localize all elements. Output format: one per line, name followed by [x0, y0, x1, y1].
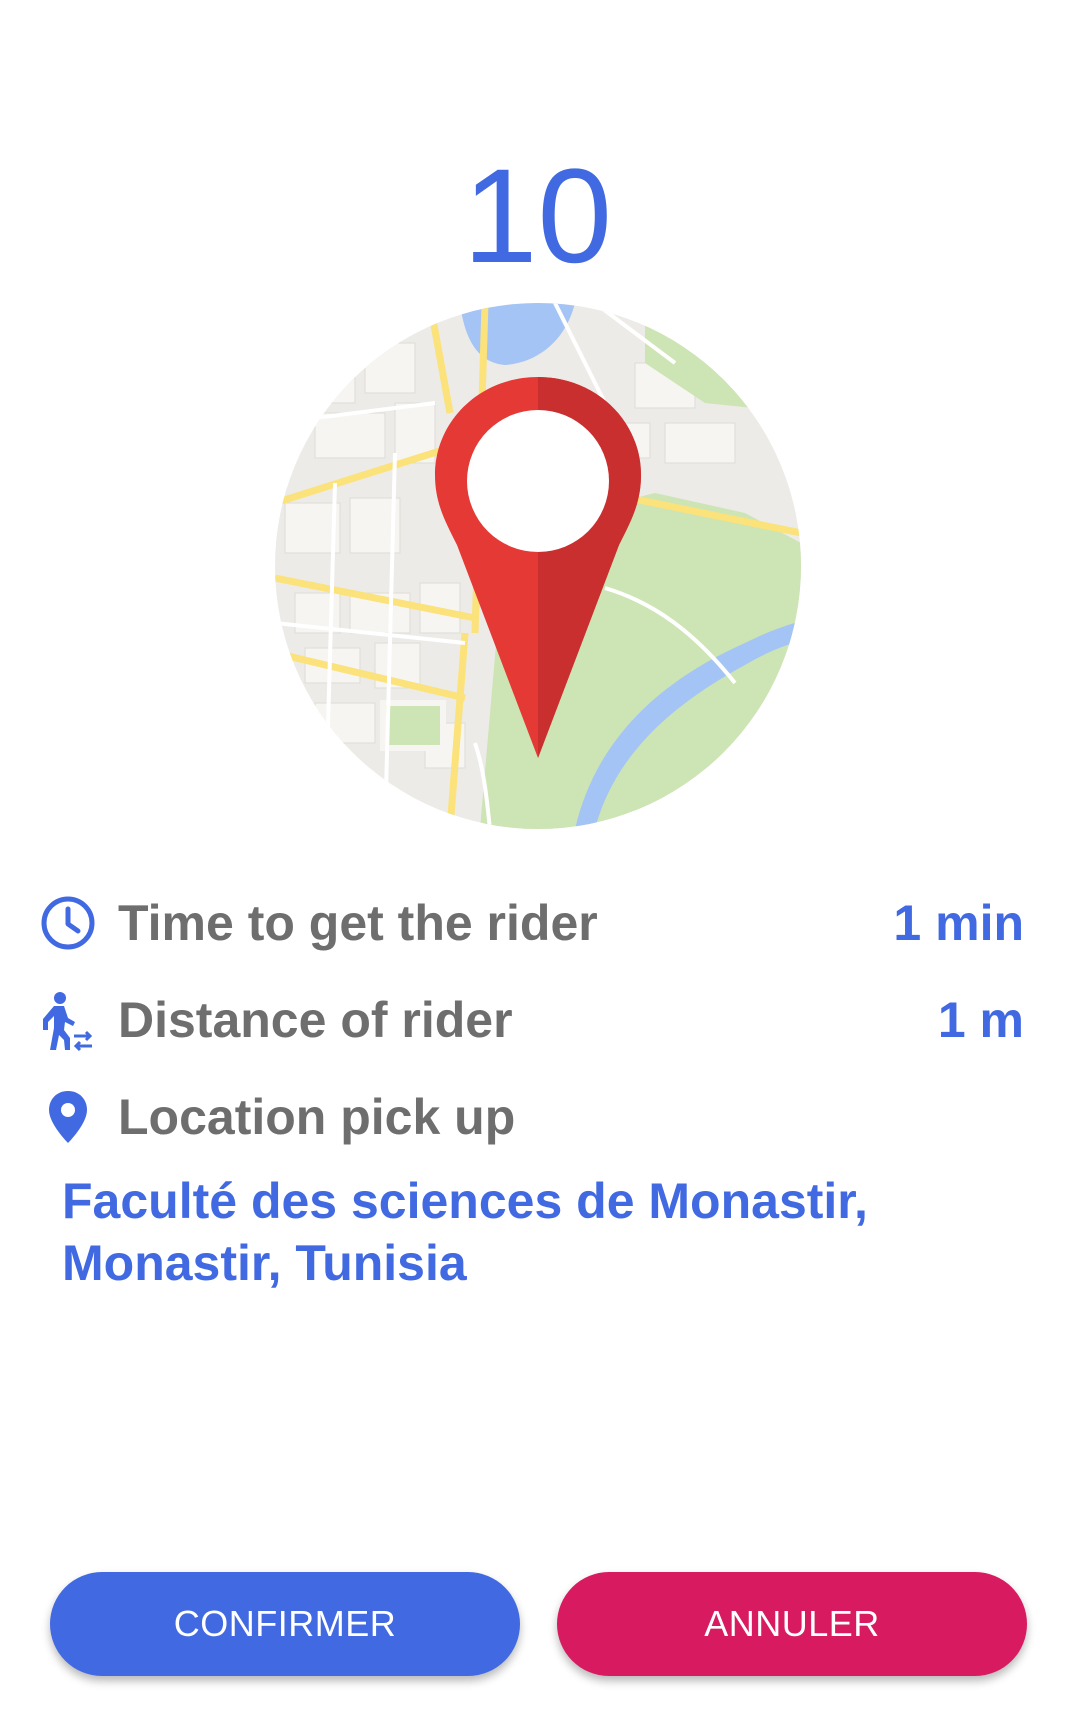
walking-person-icon	[40, 992, 96, 1052]
location-pin-icon	[40, 1089, 96, 1145]
time-value: 1 min	[893, 895, 1024, 951]
location-label: Location pick up	[118, 1089, 516, 1145]
countdown-timer: 10	[462, 142, 613, 291]
distance-label: Distance of rider	[118, 992, 513, 1048]
time-row: Time to get the rider 1 min	[0, 883, 1075, 963]
pickup-address: Faculté des sciences de Monastir, Monast…	[62, 1170, 1022, 1294]
time-label: Time to get the rider	[118, 895, 598, 951]
cancel-button[interactable]: ANNULER	[557, 1572, 1027, 1676]
map-illustration	[275, 303, 801, 829]
location-row: Location pick up	[0, 1077, 1075, 1157]
distance-value: 1 m	[937, 992, 1024, 1048]
address-line-2: Monastir, Tunisia	[62, 1235, 467, 1291]
confirm-button[interactable]: CONFIRMER	[50, 1572, 520, 1676]
clock-icon	[40, 895, 96, 951]
distance-row: Distance of rider 1 m	[0, 980, 1075, 1060]
address-line-1: Faculté des sciences de Monastir,	[62, 1173, 868, 1229]
